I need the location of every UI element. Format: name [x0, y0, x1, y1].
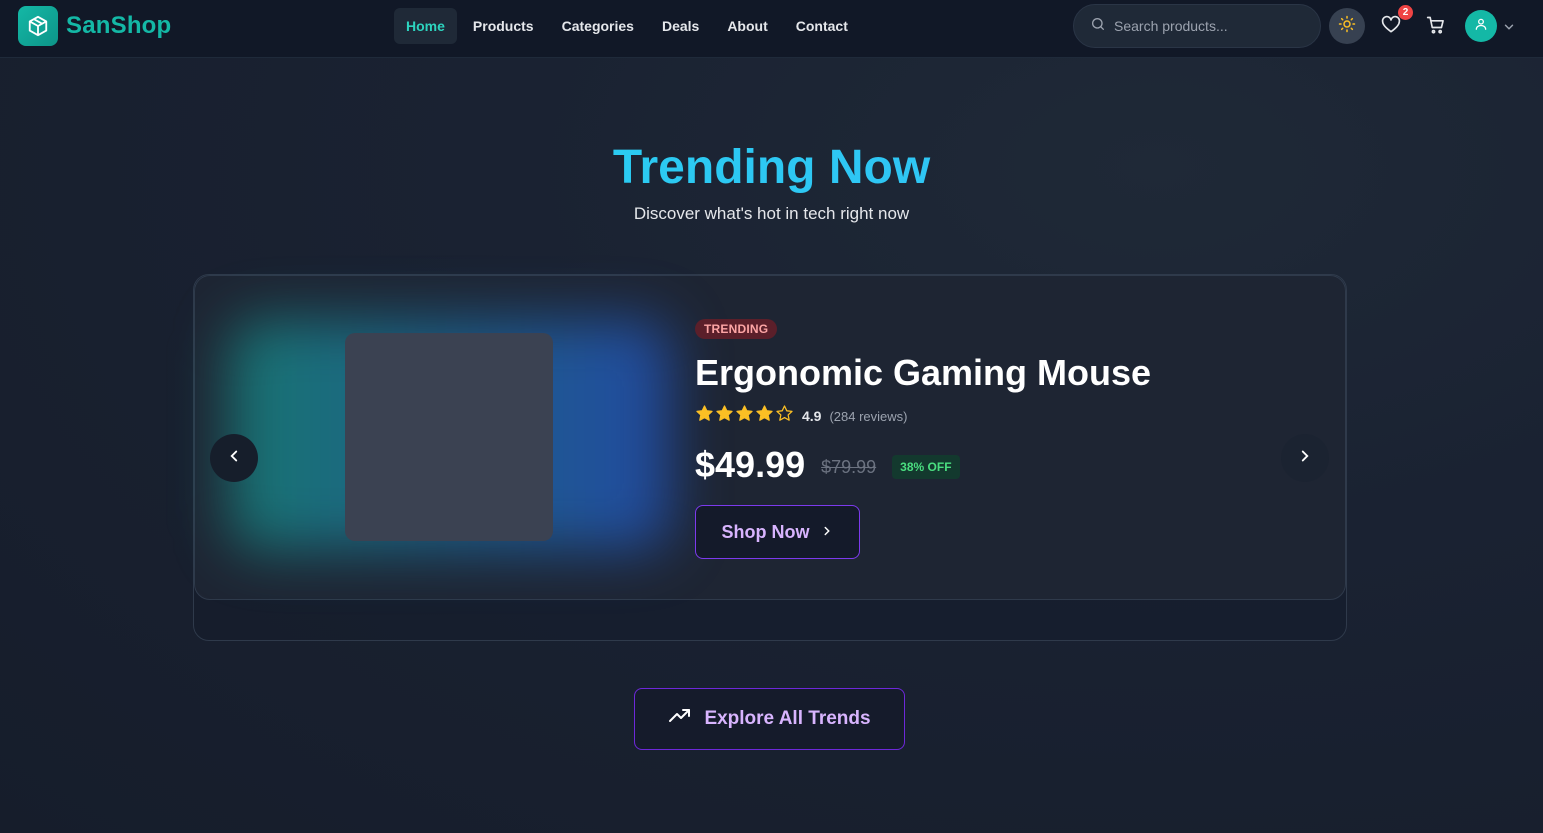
brand-name: SanShop: [66, 12, 172, 39]
nav-products[interactable]: Products: [461, 8, 546, 44]
search-icon: [1090, 16, 1106, 37]
user-avatar-button[interactable]: [1465, 10, 1497, 42]
page-title: Trending Now: [0, 140, 1543, 195]
top-header: SanShop Home Products Categories Deals A…: [0, 0, 1543, 58]
cart-icon: [1426, 15, 1446, 40]
nav-categories[interactable]: Categories: [550, 8, 646, 44]
star-filled-icon: [715, 404, 734, 428]
trending-badge: TRENDING: [695, 319, 778, 339]
main-nav: Home Products Categories Deals About Con…: [394, 8, 864, 44]
user-icon: [1474, 17, 1488, 36]
chevron-left-icon: [225, 447, 243, 470]
discount-badge: 38% OFF: [892, 455, 960, 479]
current-price: $49.99: [695, 444, 806, 485]
explore-label: Explore All Trends: [704, 708, 871, 729]
wishlist-count-badge: 2: [1398, 5, 1413, 20]
explore-all-trends-button[interactable]: Explore All Trends: [634, 688, 905, 750]
trending-up-icon: [668, 704, 692, 734]
chevron-right-icon: [1296, 447, 1314, 470]
rating-value: 4.9: [802, 408, 822, 424]
original-price: $79.99: [821, 456, 877, 477]
shop-now-label: Shop Now: [721, 521, 810, 542]
nav-contact[interactable]: Contact: [784, 8, 860, 44]
star-filled-icon: [755, 404, 774, 428]
review-count: (284 reviews): [829, 408, 908, 424]
sun-icon: [1338, 15, 1356, 38]
nav-home[interactable]: Home: [394, 8, 457, 44]
cart-button[interactable]: [1423, 14, 1449, 40]
brand-logo[interactable]: SanShop: [18, 6, 171, 46]
chevron-down-icon[interactable]: [1502, 20, 1516, 34]
star-rating: [695, 404, 794, 428]
search-input[interactable]: [1114, 18, 1304, 34]
theme-toggle-button[interactable]: [1329, 8, 1365, 44]
nav-deals[interactable]: Deals: [650, 8, 711, 44]
box-icon: [18, 6, 58, 46]
star-filled-icon: [735, 404, 754, 428]
product-name[interactable]: Ergonomic Gaming Mouse: [695, 352, 1151, 394]
page-subtitle: Discover what's hot in tech right now: [633, 204, 910, 223]
nav-about[interactable]: About: [715, 8, 779, 44]
star-empty-icon: [775, 404, 794, 428]
price-row: $49.99 $79.99 38% OFF: [695, 444, 960, 486]
chevron-right-icon: [820, 522, 834, 543]
shop-now-button[interactable]: Shop Now: [695, 505, 860, 559]
carousel-prev-button[interactable]: [210, 434, 258, 482]
heart-icon: [1381, 15, 1401, 40]
product-image[interactable]: [345, 333, 553, 541]
star-filled-icon: [695, 404, 714, 428]
carousel-next-button[interactable]: [1281, 434, 1329, 482]
search-bar[interactable]: [1073, 4, 1321, 48]
product-rating: 4.9 (284 reviews): [695, 404, 908, 428]
